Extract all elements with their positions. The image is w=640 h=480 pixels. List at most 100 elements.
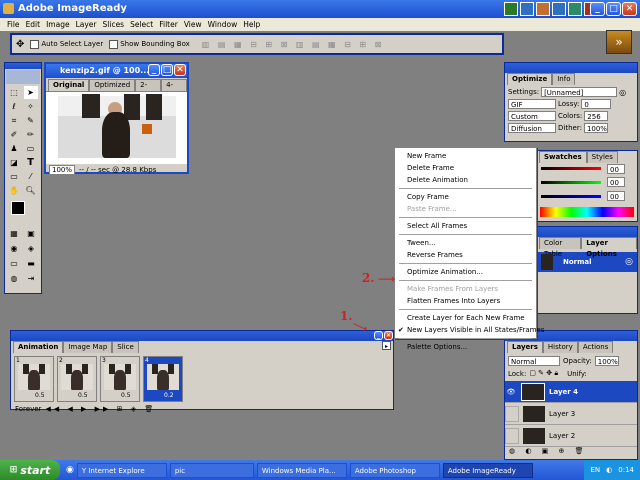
menu-item-tween[interactable]: Tween... xyxy=(395,237,536,249)
layer-row[interactable]: Layer 2 xyxy=(505,425,637,447)
taskbar-button-active[interactable]: Adobe ImageReady xyxy=(442,462,533,478)
screen-mode-full-icon[interactable]: ▬ xyxy=(24,257,38,270)
auto-select-checkbox[interactable] xyxy=(30,39,40,49)
move-tool-icon[interactable]: ✥ xyxy=(16,39,24,50)
layer-row[interactable]: Layer 3 xyxy=(505,403,637,425)
marquee-tool-icon[interactable]: ⬚ xyxy=(7,86,21,99)
menu-item-create-layer-for-each-new-frame[interactable]: Create Layer for Each New Frame xyxy=(395,312,536,324)
zoom-level[interactable]: 100% xyxy=(49,164,76,175)
bounding-box-checkbox[interactable] xyxy=(109,39,119,49)
quicklaunch-icon[interactable] xyxy=(568,2,582,16)
lock-icons[interactable]: ▢ ✎ ✥ 🔒︎ xyxy=(529,369,558,378)
doc-maximize-button[interactable]: □ xyxy=(161,64,173,76)
foreground-color-swatch[interactable] xyxy=(11,201,25,215)
zoom-tool-icon[interactable]: 🔍︎ xyxy=(24,184,38,197)
eyedropper-tool-icon[interactable]: ⁄ xyxy=(24,170,38,183)
tab-2up[interactable]: 2-Up xyxy=(135,79,162,100)
taskbar-button[interactable]: Windows Media Pla... xyxy=(256,462,347,478)
playback-controls[interactable]: ◀◀ ◀ ▶ ▶▶ ⊞ ◈ 🗑︎ xyxy=(45,405,156,413)
taskbar-button[interactable]: Y Internet Explore xyxy=(76,462,167,478)
quicklaunch-icon[interactable] xyxy=(504,2,518,16)
magic-wand-tool-icon[interactable]: ✧ xyxy=(24,100,38,113)
blue-value[interactable]: 00 xyxy=(607,191,625,201)
maximize-button[interactable]: □ xyxy=(606,2,621,16)
menu-item-palette-options[interactable]: Palette Options... xyxy=(395,341,536,353)
preview-icon[interactable]: ◈ xyxy=(24,242,38,255)
menu-filter[interactable]: Filter xyxy=(156,20,181,29)
close-button[interactable]: ✕ xyxy=(622,2,637,16)
download-time[interactable]: -- / -- sec @ 28.8 Kbps xyxy=(79,166,156,174)
format-select[interactable]: GIF xyxy=(508,99,556,109)
palette-select[interactable]: Custom xyxy=(508,111,556,121)
green-value[interactable]: 00 xyxy=(607,177,625,187)
menu-image[interactable]: Image xyxy=(43,20,73,29)
opacity-field[interactable]: 100% xyxy=(594,356,619,366)
brush-tool-icon[interactable]: ✐ xyxy=(7,128,21,141)
tab-color-table[interactable]: Color Table xyxy=(539,237,582,258)
tab-info[interactable]: Info xyxy=(552,73,576,85)
menu-item-reverse-frames[interactable]: Reverse Frames xyxy=(395,249,536,261)
taskbar-button[interactable]: pic xyxy=(169,462,254,478)
menu-edit[interactable]: Edit xyxy=(23,20,44,29)
slice-tool-icon[interactable]: ✎ xyxy=(24,114,38,127)
move-tool-icon[interactable]: ➤ xyxy=(23,86,38,99)
tab-optimized[interactable]: Optimized xyxy=(89,79,136,91)
preview-browser-icon[interactable]: ◍ xyxy=(7,272,21,285)
dither-select[interactable]: Diffusion xyxy=(508,123,556,133)
menu-item-copy-frame[interactable]: Copy Frame xyxy=(395,191,536,203)
menu-view[interactable]: View xyxy=(181,20,205,29)
quicklaunch-icon[interactable] xyxy=(536,2,550,16)
tab-4up[interactable]: 4-Up xyxy=(161,79,187,100)
menu-item-delete-frame[interactable]: Delete Frame xyxy=(395,162,536,174)
menu-layer[interactable]: Layer xyxy=(73,20,100,29)
quicklaunch-icon[interactable] xyxy=(520,2,534,16)
tab-layer-options[interactable]: Layer Options xyxy=(581,237,637,258)
tab-animation[interactable]: Animation xyxy=(13,341,64,353)
doc-close-button[interactable]: ✕ xyxy=(174,64,186,76)
layer-row[interactable]: 👁︎ Layer 4 xyxy=(505,381,637,403)
dither-field[interactable]: 100% xyxy=(583,123,608,133)
menu-item-new-layers-visible-in-all-states-frames[interactable]: ✔ New Layers Visible in All States/Frames xyxy=(395,324,544,336)
tray-icon[interactable]: ◐ xyxy=(606,466,612,474)
blend-mode-select[interactable]: Normal xyxy=(508,356,560,366)
menu-item-flatten-frames-into-layers[interactable]: Flatten Frames Into Layers xyxy=(395,295,536,307)
settings-select[interactable]: [Unnamed] xyxy=(541,87,618,97)
visibility-box[interactable] xyxy=(505,427,519,444)
tab-image-map[interactable]: Image Map xyxy=(63,341,113,353)
tab-actions[interactable]: Actions xyxy=(577,341,614,353)
jump-to-icon[interactable]: ⇥ xyxy=(24,272,38,285)
language-indicator[interactable]: EN xyxy=(590,466,600,474)
menu-window[interactable]: Window xyxy=(205,20,241,29)
frame-delay[interactable]: 0.5 xyxy=(35,392,45,399)
toggle-slice-icon[interactable]: ▦ xyxy=(7,227,21,240)
hand-tool-icon[interactable]: ✋ xyxy=(7,184,21,197)
menu-item-select-all-frames[interactable]: Select All Frames xyxy=(395,220,536,232)
tab-history[interactable]: History xyxy=(542,341,578,353)
align-buttons[interactable]: ▥ ▤ ▦ ⊟ ⊞ ⊠ ▥ ▤ ▦ ⊟ ⊞ ⊠ xyxy=(202,40,385,49)
type-tool-icon[interactable]: T xyxy=(24,156,38,169)
anim-minimize-button[interactable]: _ xyxy=(374,331,383,340)
start-button[interactable]: ⊞ start xyxy=(0,460,60,480)
red-value[interactable]: 00 xyxy=(607,164,625,174)
frame-delay[interactable]: 0.5 xyxy=(121,392,131,399)
paint-bucket-tool-icon[interactable]: ◪ xyxy=(7,156,21,169)
quicklaunch-ie-icon[interactable]: ◉ xyxy=(66,465,74,475)
tab-swatches[interactable]: Swatches xyxy=(539,151,587,163)
menu-item-new-frame[interactable]: New Frame xyxy=(395,150,536,162)
rectangle-tool-icon[interactable]: ▭ xyxy=(7,170,21,183)
taskbar-button[interactable]: Adobe Photoshop xyxy=(349,462,440,478)
tab-original[interactable]: Original xyxy=(48,79,90,91)
color-ramp[interactable] xyxy=(540,207,634,217)
stamp-tool-icon[interactable]: ♟ xyxy=(7,142,21,155)
pencil-tool-icon[interactable]: ✏ xyxy=(24,128,38,141)
jump-to-photoshop-button[interactable]: » xyxy=(606,30,632,54)
frame[interactable]: 3 0.5 xyxy=(100,356,140,402)
settings-menu-icon[interactable]: ◎ xyxy=(619,88,626,97)
frame-delay[interactable]: 0.2 xyxy=(164,392,174,399)
doc-minimize-button[interactable]: _ xyxy=(148,64,160,76)
palette-menu-icon[interactable]: ▸ xyxy=(382,341,391,350)
minimize-button[interactable]: _ xyxy=(590,2,605,16)
menu-item-optimize-animation[interactable]: Optimize Animation... xyxy=(395,266,536,278)
eraser-tool-icon[interactable]: ▭ xyxy=(24,142,38,155)
crop-tool-icon[interactable]: ⌗ xyxy=(7,114,21,127)
